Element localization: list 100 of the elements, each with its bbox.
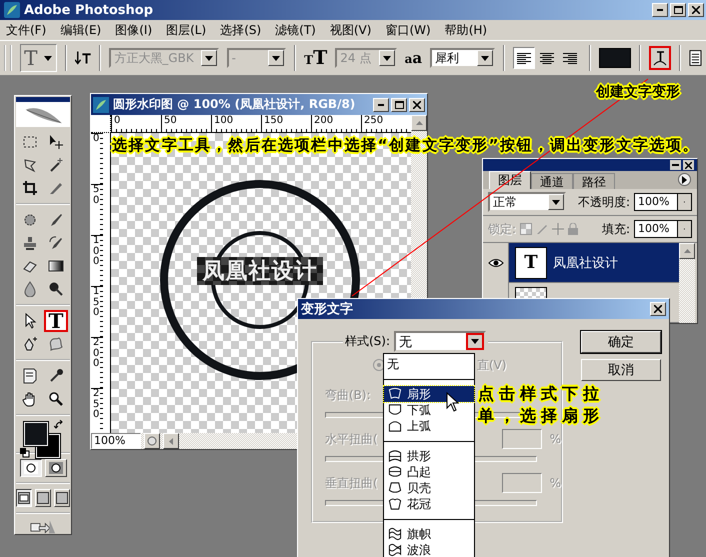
close-button[interactable] <box>683 160 694 170</box>
circle-icon <box>147 436 157 446</box>
foreground-color-swatch[interactable] <box>24 422 48 446</box>
panel-tab[interactable]: 路径 <box>573 173 615 189</box>
stamp-icon <box>22 234 38 251</box>
menu-item[interactable]: 文件(F) <box>6 22 46 38</box>
opacity-label: 不透明度: <box>578 194 630 210</box>
ball-icon <box>48 280 64 297</box>
fill-label: 填充: <box>602 220 630 238</box>
maximize-icon <box>394 100 404 108</box>
mask-mode-button[interactable] <box>20 458 42 477</box>
status-menu-button[interactable] <box>144 433 160 449</box>
opacity-field[interactable]: 100% <box>634 193 678 211</box>
document-title: 圆形水印图 @ 100% (凤凰社设计, RGB/8) <box>113 96 356 113</box>
minimize-button[interactable] <box>670 160 681 170</box>
close-icon <box>685 162 692 168</box>
maximize-button[interactable] <box>391 98 407 112</box>
toolbar-grip[interactable] <box>4 45 12 71</box>
antialias-icon: aa <box>404 49 422 67</box>
close-button[interactable] <box>650 302 666 316</box>
layer-row[interactable]: T 凤凰社设计 <box>483 243 679 283</box>
field-label: 水平扭曲( <box>325 430 378 448</box>
field-label: 垂直扭曲( <box>325 474 378 492</box>
scroll-left-button[interactable] <box>163 433 179 449</box>
lock-label: 锁定: <box>488 220 516 238</box>
unit-label: % <box>550 476 561 490</box>
menu-item[interactable]: 窗口(W) <box>385 22 431 38</box>
screen-mode-button[interactable] <box>16 488 32 507</box>
crop-icon <box>22 180 38 196</box>
arrow-cross-icon <box>48 134 64 150</box>
caret-icon <box>204 56 213 60</box>
minimize-button[interactable] <box>373 98 389 112</box>
caret-icon <box>44 56 52 60</box>
percent-field[interactable] <box>502 429 542 449</box>
lasso-icon <box>22 156 38 173</box>
unit-label: % <box>550 432 561 446</box>
dialog-title: 变形文字 <box>301 300 353 318</box>
panel-tab[interactable]: 通道 <box>531 173 573 189</box>
wand-icon <box>48 156 64 173</box>
menu-item[interactable]: 视图(V) <box>330 22 372 38</box>
warp-shape-icon <box>387 403 403 417</box>
align-lines-icon <box>563 52 578 64</box>
layer-name: 凤凰社设计 <box>553 254 618 272</box>
orientation-icon[interactable] <box>74 50 92 66</box>
swap-arrows-icon[interactable] <box>54 420 64 430</box>
menu-item[interactable]: 图层(L) <box>166 22 206 38</box>
menu-item[interactable]: 图像(I) <box>115 22 152 38</box>
brush-icon <box>48 234 64 251</box>
warp-text-icon <box>652 50 668 66</box>
minimize-button[interactable] <box>652 3 668 17</box>
canvas-text: 凤凰社设计 <box>197 257 323 285</box>
caret-icon <box>272 56 280 60</box>
palette-icon[interactable] <box>689 49 702 67</box>
percent-field[interactable] <box>502 473 542 493</box>
menu-item[interactable]: 帮助(H) <box>444 22 488 38</box>
warp-shape-icon <box>387 527 403 541</box>
ruler-label: 150 <box>91 286 103 337</box>
default-colors-icon[interactable] <box>20 448 30 458</box>
opacity-arrow-button[interactable] <box>678 193 692 211</box>
warp-shape-icon <box>387 481 403 495</box>
zoom-field[interactable]: 100% <box>91 433 141 449</box>
close-icon <box>692 6 700 14</box>
close-icon <box>654 305 662 313</box>
scroll-up-button[interactable] <box>411 115 427 131</box>
ruler-label: 100 <box>91 235 103 286</box>
tool-button[interactable]: T <box>44 310 68 332</box>
scroll-up-button[interactable] <box>679 243 695 259</box>
menu-item[interactable]: 滤镜(T) <box>275 22 316 38</box>
menu-item[interactable]: 选择(S) <box>220 22 262 38</box>
fill-arrow-button[interactable] <box>678 220 692 238</box>
eye-icon[interactable] <box>488 258 504 268</box>
minimize-icon <box>657 9 663 11</box>
maximize-icon <box>674 6 682 14</box>
maximize-button[interactable] <box>670 3 686 17</box>
field-label: 弯曲(B): <box>325 386 371 404</box>
close-button[interactable] <box>688 3 704 17</box>
blend-mode-select[interactable]: 正常 <box>488 192 566 212</box>
up-arrow-icon <box>416 121 422 125</box>
blob-icon <box>48 336 64 352</box>
note-icon <box>22 368 38 384</box>
pen-icon <box>22 336 38 352</box>
cursor-icon <box>446 392 460 412</box>
magnifier-icon <box>48 390 64 407</box>
menu-item[interactable]: 编辑(E) <box>60 22 102 38</box>
fill-field[interactable]: 100% <box>634 220 678 238</box>
caret-icon <box>552 200 560 204</box>
dashed-rectangle-icon <box>22 134 38 150</box>
align-lines-icon <box>540 52 554 64</box>
left-arrow-icon <box>169 438 173 444</box>
caret-icon <box>471 339 480 344</box>
warp-shape-icon <box>387 387 403 401</box>
up-arrow-icon <box>684 249 690 253</box>
panel-menu-button[interactable] <box>678 173 691 186</box>
close-button[interactable] <box>409 98 425 112</box>
panel-tab[interactable]: 图层 <box>489 171 531 189</box>
caret-icon <box>481 56 490 60</box>
ruler-label: 50 <box>91 184 103 235</box>
text-color-swatch[interactable] <box>599 48 631 68</box>
screen-mode-icon <box>18 492 30 504</box>
layer-thumbnail: T <box>515 246 547 278</box>
